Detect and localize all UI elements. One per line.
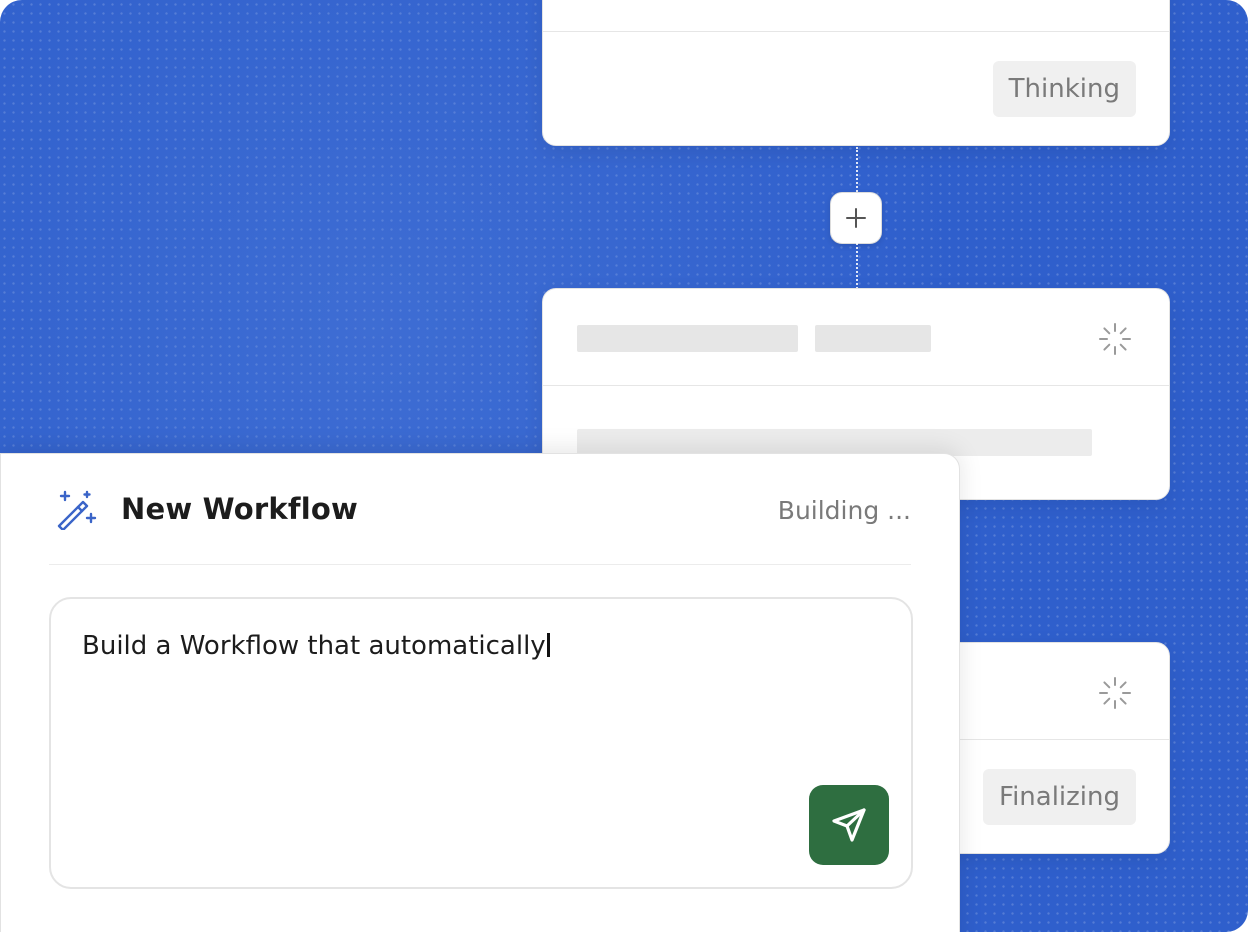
step-connector bbox=[856, 147, 858, 192]
add-step-button[interactable] bbox=[830, 192, 882, 244]
status-badge-finalizing: Finalizing bbox=[983, 769, 1136, 825]
new-workflow-panel: New Workflow Building ... Build a Workfl… bbox=[0, 453, 960, 932]
skeleton-body bbox=[577, 429, 1092, 456]
skeleton-title bbox=[577, 325, 798, 352]
prompt-text-wrapper: Build a Workflow that automatically bbox=[82, 631, 550, 661]
card-divider bbox=[543, 31, 1169, 32]
text-caret bbox=[546, 633, 550, 657]
workflow-step-card-1[interactable]: Thinking bbox=[542, 0, 1170, 146]
workflow-step-card-3[interactable]: Finalizing bbox=[930, 642, 1170, 854]
send-button[interactable] bbox=[809, 785, 889, 865]
panel-title: New Workflow bbox=[121, 492, 358, 526]
magic-wand-icon bbox=[57, 490, 97, 530]
spinner-icon bbox=[1099, 677, 1131, 709]
skeleton-subtitle bbox=[815, 325, 931, 352]
build-status-text: Building ... bbox=[777, 496, 911, 525]
prompt-input[interactable]: Build a Workflow that automatically bbox=[49, 597, 913, 889]
spinner-icon bbox=[1099, 323, 1131, 355]
status-badge-thinking: Thinking bbox=[992, 61, 1136, 117]
prompt-value: Build a Workflow that automatically bbox=[82, 631, 546, 661]
send-icon bbox=[832, 808, 866, 842]
step-connector bbox=[856, 243, 858, 289]
plus-icon bbox=[846, 208, 866, 228]
card-divider bbox=[543, 385, 1169, 386]
card-divider bbox=[931, 739, 1169, 740]
panel-divider bbox=[49, 564, 911, 565]
